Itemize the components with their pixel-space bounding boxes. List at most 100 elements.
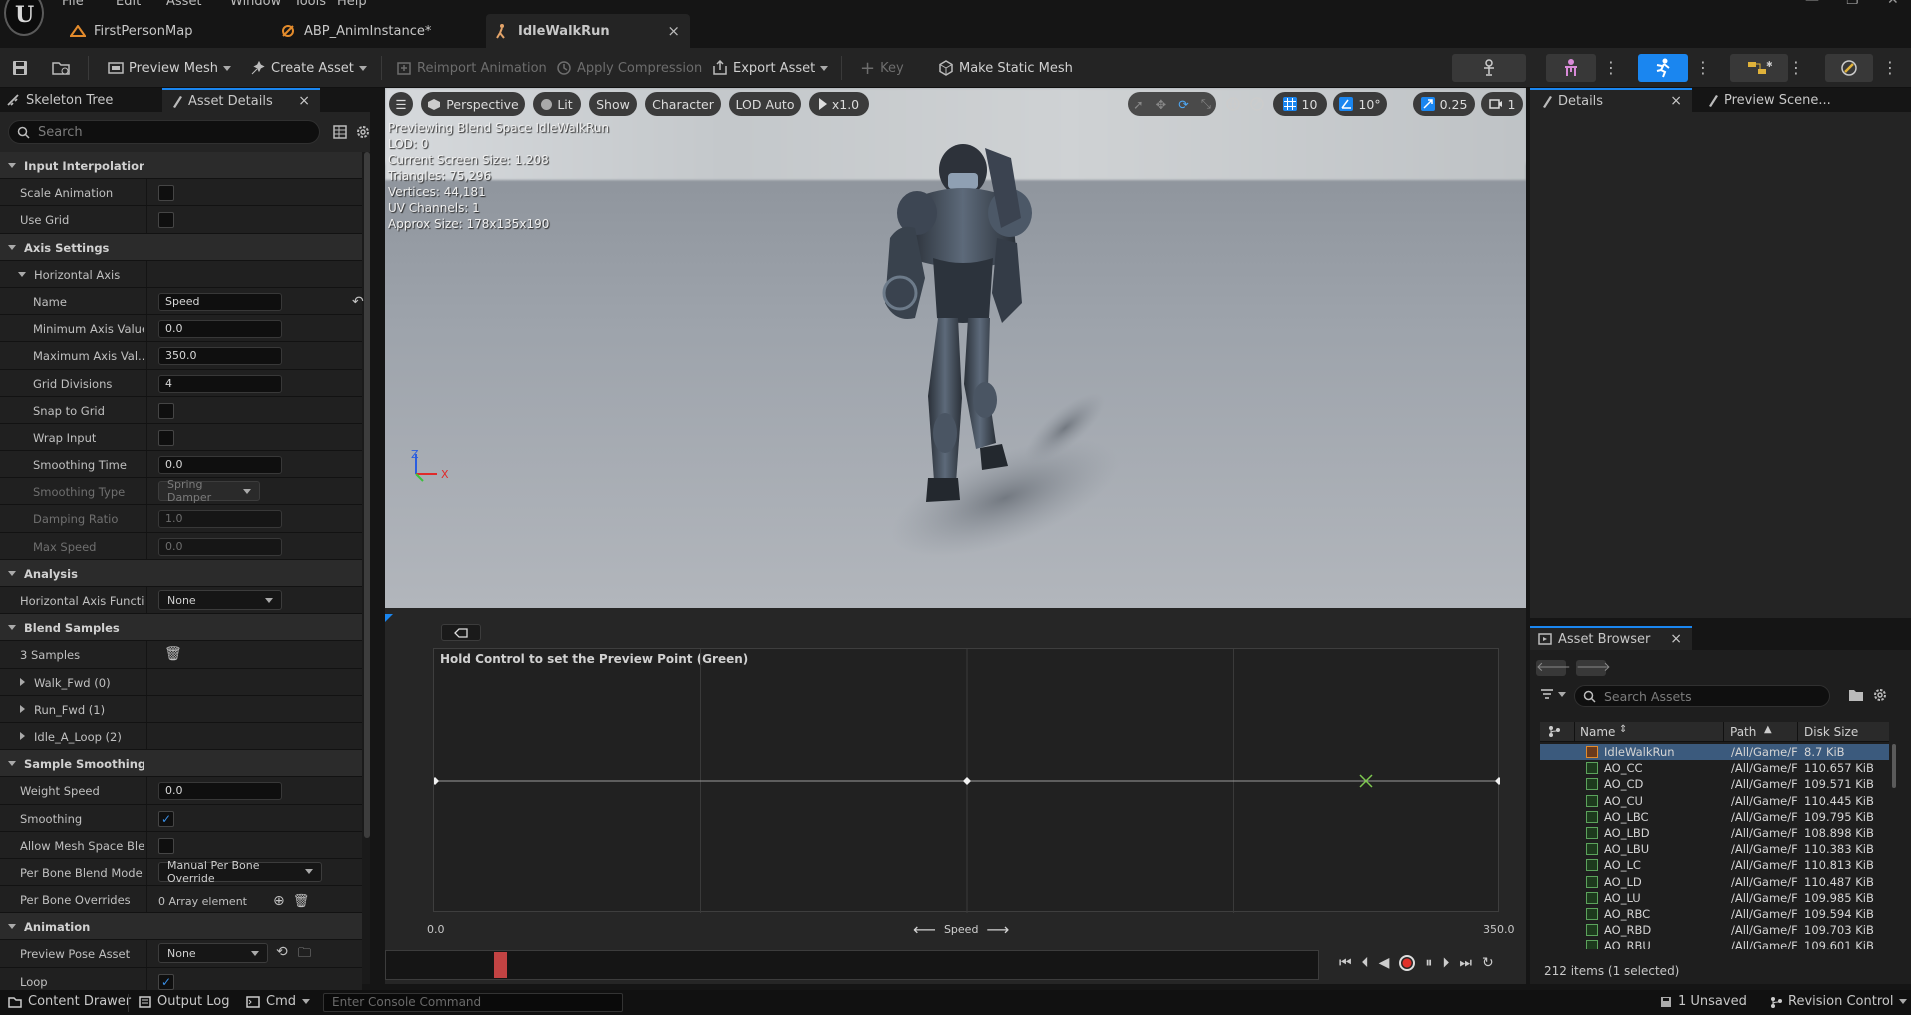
- physics-mode-button[interactable]: [1825, 54, 1873, 82]
- column-disk-size[interactable]: Disk Size: [1804, 725, 1858, 739]
- category-header[interactable]: Analysis: [0, 559, 362, 587]
- maximize-icon[interactable]: ❐: [1846, 0, 1859, 8]
- table-view-icon[interactable]: [333, 125, 347, 142]
- expand-arrow-icon[interactable]: [8, 924, 16, 930]
- expand-arrow-icon[interactable]: [8, 244, 16, 250]
- filter-button[interactable]: [1540, 688, 1566, 700]
- show-button[interactable]: Show: [589, 92, 637, 116]
- forward-arrow-icon[interactable]: 🡒: [1576, 660, 1611, 676]
- close-icon[interactable]: ×: [1670, 631, 1682, 647]
- menu-help[interactable]: Help: [337, 0, 367, 9]
- asset-row[interactable]: AO_LU/All/Game/F 109.985 KiB: [1540, 890, 1889, 906]
- more-icon[interactable]: ⋮: [1603, 58, 1619, 77]
- playhead[interactable]: [494, 952, 507, 978]
- apply-compression-button[interactable]: Apply Compression: [556, 55, 702, 81]
- pause-icon[interactable]: ⏸: [1425, 955, 1432, 971]
- tab-firstpersonmap[interactable]: FirstPersonMap: [58, 14, 258, 48]
- skip-to-start-icon[interactable]: ⏮: [1339, 955, 1352, 971]
- asset-row[interactable]: AO_LBC/All/Game/F 109.795 KiB: [1540, 809, 1889, 825]
- unsaved-button[interactable]: 1 Unsaved: [1660, 994, 1747, 1009]
- property-checkbox[interactable]: [158, 429, 174, 446]
- expand-arrow-icon[interactable]: [8, 163, 16, 168]
- asset-row[interactable]: AO_RBU/All/Game/F 109.601 KiB: [1540, 938, 1889, 949]
- character-button[interactable]: Character: [645, 92, 721, 116]
- close-icon[interactable]: ×: [667, 22, 680, 40]
- property-value-input[interactable]: Speed: [158, 292, 282, 311]
- asset-row[interactable]: AO_LBD/All/Game/F 108.898 KiB: [1540, 825, 1889, 841]
- perspective-button[interactable]: Perspective: [421, 92, 525, 116]
- details-search-input[interactable]: Search: [8, 120, 320, 144]
- grid-snap-button[interactable]: 10: [1273, 92, 1327, 116]
- property-checkbox[interactable]: ✓: [158, 810, 174, 827]
- property-checkbox[interactable]: [158, 185, 174, 202]
- skip-to-end-icon[interactable]: ⏭: [1459, 955, 1472, 971]
- camera-speed-button[interactable]: 1: [1481, 92, 1523, 116]
- expand-arrow-icon[interactable]: [8, 761, 16, 767]
- make-static-mesh-button[interactable]: Make Static Mesh: [938, 55, 1073, 81]
- revision-control-button[interactable]: Revision Control: [1770, 994, 1908, 1009]
- property-value-input[interactable]: 4: [158, 374, 282, 393]
- category-header[interactable]: Sample Smoothing: [0, 750, 362, 778]
- property-checkbox[interactable]: ✓: [158, 973, 174, 990]
- select-icon[interactable]: ➚: [1133, 97, 1143, 112]
- category-header[interactable]: Blend Samples: [0, 614, 362, 642]
- lit-button[interactable]: Lit: [533, 92, 581, 116]
- lod-button[interactable]: LOD Auto: [729, 92, 801, 116]
- output-log-button[interactable]: Output Log: [139, 994, 230, 1009]
- tab-idlewalkrun[interactable]: IdleWalkRun ×: [486, 14, 690, 48]
- scale-icon[interactable]: ⤡: [1201, 96, 1211, 112]
- collapsed-arrow-icon[interactable]: [20, 731, 25, 740]
- asset-row[interactable]: AO_CD/All/Game/F 109.571 KiB: [1540, 776, 1889, 792]
- unreal-logo[interactable]: U: [4, 0, 44, 36]
- blendspace-grid[interactable]: Hold Control to set the Preview Point (G…: [433, 648, 1500, 913]
- asset-row[interactable]: AO_CC/All/Game/F 110.657 KiB: [1540, 760, 1889, 776]
- property-row[interactable]: Walk_Fwd (0): [0, 668, 362, 696]
- toggle-triangulation-button[interactable]: [441, 624, 481, 641]
- property-checkbox[interactable]: [158, 212, 174, 229]
- category-header[interactable]: Animation: [0, 913, 362, 941]
- export-asset-button[interactable]: Export Asset: [712, 55, 829, 81]
- tab-asset-details[interactable]: Asset Details ×: [162, 88, 320, 112]
- property-checkbox[interactable]: [158, 402, 174, 419]
- property-checkbox[interactable]: [158, 837, 174, 854]
- trash-icon[interactable]: 🗑: [293, 894, 310, 909]
- asset-row[interactable]: AO_LD/All/Game/F 110.487 KiB: [1540, 874, 1889, 890]
- property-value-input[interactable]: 0.0: [158, 537, 282, 556]
- asset-list-scrollbar[interactable]: [1892, 744, 1896, 788]
- transform-tools[interactable]: ➚ ✥ ⟳ ⤡: [1128, 92, 1216, 116]
- asset-row[interactable]: IdleWalkRun/All/Game/F 8.7 KiB: [1540, 744, 1889, 760]
- asset-row[interactable]: AO_CU/All/Game/F 110.445 KiB: [1540, 793, 1889, 809]
- category-header[interactable]: Input Interpolation: [0, 152, 362, 180]
- menu-window[interactable]: Window: [230, 0, 281, 9]
- menu-file[interactable]: File: [62, 0, 84, 9]
- play-reverse-icon[interactable]: ◀: [1379, 955, 1390, 971]
- mesh-mode-button[interactable]: [1546, 54, 1596, 82]
- property-value-input[interactable]: 0.0: [158, 782, 282, 801]
- world-space-icon[interactable]: [1223, 92, 1243, 116]
- property-combo[interactable]: Manual Per Bone Override: [158, 859, 322, 885]
- tab-asset-browser[interactable]: Asset Browser ×: [1530, 626, 1692, 650]
- property-combo[interactable]: None: [158, 943, 268, 964]
- collapsed-arrow-icon[interactable]: [20, 704, 25, 713]
- details-scrollbar[interactable]: [364, 152, 370, 838]
- console-command-input[interactable]: Enter Console Command: [323, 993, 623, 1012]
- property-value-input[interactable]: 0.0: [158, 456, 282, 475]
- expand-arrow-icon[interactable]: [8, 625, 16, 631]
- property-combo[interactable]: Spring Damper: [158, 478, 260, 504]
- folder-icon[interactable]: [1848, 688, 1864, 705]
- source-control-column-icon[interactable]: [1548, 725, 1560, 740]
- playback-speed-button[interactable]: x1.0: [809, 92, 869, 116]
- preview-mesh-button[interactable]: Preview Mesh: [108, 55, 231, 81]
- preview-viewport[interactable]: Z X ☰ Perspective Lit Show Character LOD…: [385, 88, 1526, 608]
- trash-icon[interactable]: 🗑: [164, 646, 182, 662]
- asset-row[interactable]: AO_LC/All/Game/F 110.813 KiB: [1540, 857, 1889, 873]
- expand-arrow-icon[interactable]: [8, 570, 16, 576]
- add-element-icon[interactable]: ⊕: [273, 893, 285, 909]
- menu-tools[interactable]: Tools: [294, 0, 326, 9]
- browse-folder-icon[interactable]: 🗀: [298, 944, 311, 966]
- asset-search-input[interactable]: Search Assets: [1574, 685, 1830, 707]
- settings-gear-icon[interactable]: [1872, 687, 1888, 706]
- collapsed-arrow-icon[interactable]: [20, 677, 25, 686]
- blueprint-mode-button[interactable]: ✱: [1730, 54, 1788, 82]
- category-header[interactable]: Axis Settings: [0, 233, 362, 261]
